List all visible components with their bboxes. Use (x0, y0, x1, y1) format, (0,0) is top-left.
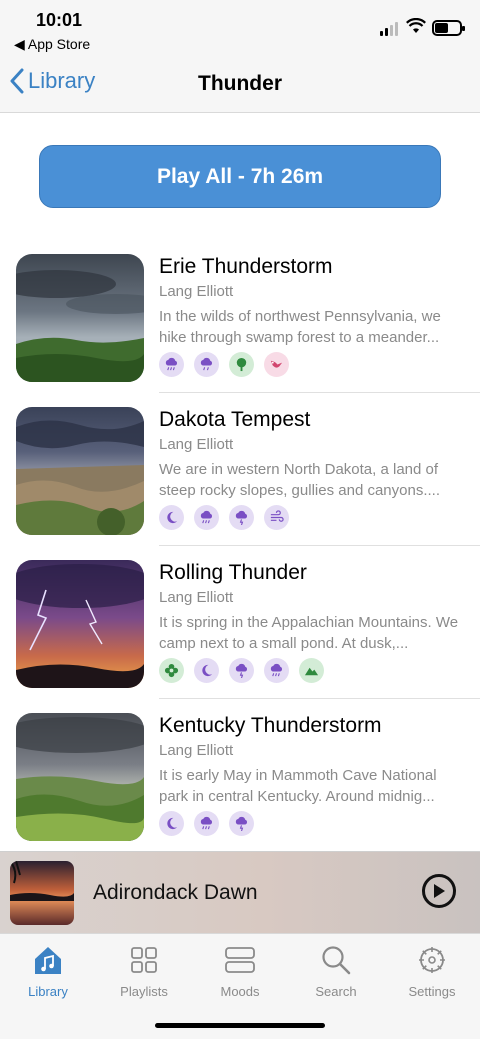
track-tags (159, 505, 289, 530)
track-description: It is early May in Mammoth Cave National… (159, 767, 437, 805)
play-all-button[interactable]: Play All - 7h 26m (39, 145, 441, 208)
search-icon (322, 946, 351, 975)
rain-cloud-icon (194, 811, 219, 836)
now-playing-bar[interactable]: Adirondack Dawn (0, 851, 480, 933)
house-music-icon (35, 947, 61, 974)
tab-library-label: Library (28, 984, 68, 999)
rain-cloud-icon (194, 352, 219, 377)
now-playing-title: Adirondack Dawn (93, 881, 258, 904)
track-artist: Lang Elliott (159, 436, 234, 453)
back-to-app-store[interactable]: ◀ App Store (14, 36, 90, 53)
stacked-boxes-icon (225, 947, 255, 973)
tab-moods[interactable]: Moods (192, 942, 288, 999)
status-time: 10:01 (36, 10, 83, 30)
tab-search[interactable]: Search (288, 942, 384, 999)
flower-icon (159, 658, 184, 683)
tab-settings[interactable]: Settings (384, 942, 480, 999)
thunder-cloud-icon (229, 658, 254, 683)
wifi-icon (406, 17, 426, 39)
track-title: Erie Thunderstorm (159, 255, 333, 278)
mountain-icon (299, 658, 324, 683)
navigation-bar: Library Thunder (0, 60, 480, 113)
track-artist: Lang Elliott (159, 742, 234, 759)
grid-icon (131, 947, 157, 973)
track-item-kentucky-thunderstorm[interactable]: Kentucky Thunderstorm Lang Elliott It is… (0, 699, 480, 852)
moon-icon (159, 505, 184, 530)
track-title: Kentucky Thunderstorm (159, 714, 382, 737)
track-item-rolling-thunder[interactable]: Rolling Thunder Lang Elliott It is sprin… (0, 546, 480, 699)
chevron-left-icon (10, 68, 24, 94)
track-tags (159, 811, 254, 836)
tab-library[interactable]: Library (0, 942, 96, 999)
track-description: In the wilds of northwest Pennsylvania, … (159, 308, 441, 346)
tab-settings-label: Settings (408, 984, 456, 999)
track-item-dakota-tempest[interactable]: Dakota Tempest Lang Elliott We are in we… (0, 393, 480, 546)
back-button-label: Library (28, 68, 96, 93)
back-button[interactable]: Library (10, 68, 95, 94)
gear-icon (419, 947, 445, 973)
track-description: We are in western North Dakota, a land o… (159, 461, 440, 499)
status-bar: 10:01 ◀ App Store (0, 0, 480, 60)
track-tags (159, 658, 324, 683)
track-artist: Lang Elliott (159, 283, 234, 300)
moon-icon (159, 811, 184, 836)
cellular-signal-icon (380, 22, 398, 36)
track-title: Dakota Tempest (159, 408, 311, 431)
track-title: Rolling Thunder (159, 561, 307, 584)
tab-playlists-label: Playlists (120, 984, 168, 999)
moon-icon (194, 658, 219, 683)
track-description: It is spring in the Appalachian Mountain… (159, 614, 459, 652)
tab-bar: Library Playlists Moods Search Settings (0, 933, 480, 1039)
rain-cloud-icon (159, 352, 184, 377)
track-artist: Lang Elliott (159, 589, 234, 606)
rain-cloud-icon (194, 505, 219, 530)
wind-icon (264, 505, 289, 530)
play-icon (434, 884, 445, 898)
bird-icon (264, 352, 289, 377)
tab-search-label: Search (315, 984, 357, 999)
battery-icon (432, 20, 465, 36)
tab-moods-label: Moods (220, 984, 260, 999)
now-playing-artwork (10, 861, 74, 925)
thunder-cloud-icon (229, 811, 254, 836)
track-thumbnail (16, 713, 144, 841)
rain-cloud-icon (264, 658, 289, 683)
track-thumbnail (16, 254, 144, 382)
home-indicator (155, 1023, 325, 1028)
track-thumbnail (16, 560, 144, 688)
track-tags (159, 352, 289, 377)
track-list: Erie Thunderstorm Lang Elliott In the wi… (0, 240, 480, 852)
play-button[interactable] (422, 874, 456, 908)
tree-icon (229, 352, 254, 377)
track-thumbnail (16, 407, 144, 535)
track-item-erie-thunderstorm[interactable]: Erie Thunderstorm Lang Elliott In the wi… (0, 240, 480, 393)
thunder-cloud-icon (229, 505, 254, 530)
tab-playlists[interactable]: Playlists (96, 942, 192, 999)
